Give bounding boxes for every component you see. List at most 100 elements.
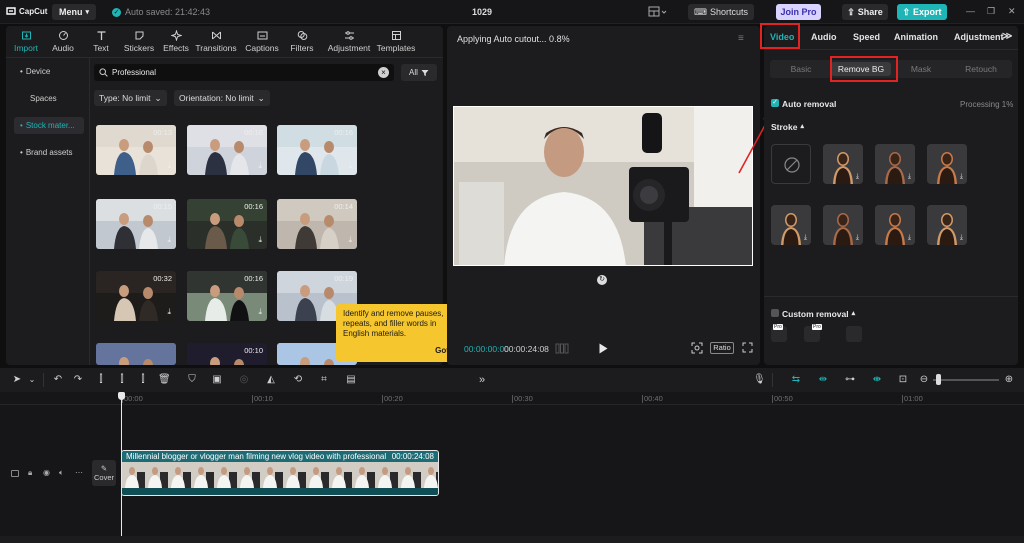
subtab-retouch[interactable]: Retouch bbox=[951, 62, 1011, 76]
eye-icon[interactable]: ◉ bbox=[43, 468, 50, 477]
media-thumbnail[interactable] bbox=[96, 343, 176, 365]
select-cursor-icon[interactable]: ➤ bbox=[11, 374, 23, 386]
share-button[interactable]: ⇪ Share bbox=[842, 4, 888, 20]
tab-transitions[interactable]: Transitions bbox=[195, 28, 237, 54]
menu-icon[interactable]: ≡ bbox=[738, 33, 744, 44]
maximize-icon[interactable]: ❐ bbox=[987, 6, 995, 17]
magnet-main-track-icon[interactable]: ⇆ bbox=[790, 374, 802, 386]
stroke-preset[interactable]: ⤓ bbox=[875, 205, 915, 245]
tab-effects[interactable]: Effects bbox=[156, 28, 196, 54]
tab-animation[interactable]: Animation bbox=[894, 32, 938, 42]
project-title[interactable]: 1029 bbox=[472, 7, 492, 17]
delete-icon[interactable]: 🗑 bbox=[158, 374, 171, 386]
subtab-basic[interactable]: Basic bbox=[771, 62, 831, 76]
tab-filters[interactable]: Filters bbox=[282, 28, 322, 54]
video-clip[interactable]: Millennial blogger or vlogger man filmin… bbox=[121, 450, 439, 496]
shield-icon[interactable]: ⛉ bbox=[186, 374, 198, 386]
fit-screen-icon[interactable]: ⊡ bbox=[897, 374, 909, 386]
download-icon[interactable]: ⤓ bbox=[856, 234, 859, 242]
track-toggle-icon[interactable] bbox=[11, 470, 19, 477]
media-thumbnail[interactable]: 00:15 ⤓ bbox=[96, 199, 176, 249]
media-thumbnail[interactable]: 00:16 ⤓ bbox=[187, 125, 267, 175]
media-thumbnail[interactable]: 00:32 ⤓ bbox=[96, 271, 176, 321]
sidebar-item-device[interactable]: • Device bbox=[14, 63, 84, 80]
tab-adjustment[interactable]: Adjustment bbox=[324, 28, 374, 54]
media-thumbnail[interactable]: 00:16 ⤓ bbox=[187, 271, 267, 321]
more-icon[interactable]: ⋯ bbox=[75, 468, 83, 477]
orientation-filter-dropdown[interactable]: Orientation: No limit ⌄ bbox=[174, 90, 270, 106]
subtab-mask[interactable]: Mask bbox=[891, 62, 951, 76]
tab-stickers[interactable]: Stickers bbox=[119, 28, 159, 54]
download-icon[interactable]: ⤓ bbox=[804, 234, 807, 242]
download-icon[interactable]: ⤓ bbox=[258, 161, 262, 171]
download-icon[interactable]: ⤓ bbox=[960, 173, 963, 181]
zoom-out-icon[interactable]: ⊖ bbox=[918, 374, 930, 386]
playhead-handle[interactable] bbox=[118, 392, 125, 400]
timeline-grid-icon[interactable] bbox=[555, 343, 569, 354]
reset-tool[interactable] bbox=[846, 326, 862, 342]
download-icon[interactable]: ⤓ bbox=[167, 161, 171, 171]
stroke-preset[interactable]: ⤓ bbox=[823, 144, 863, 184]
crop-icon[interactable]: ⌗ bbox=[318, 374, 330, 386]
speaker-icon[interactable]: 🔈︎ bbox=[59, 468, 64, 478]
auto-removal-checkbox[interactable]: ✓ bbox=[771, 99, 779, 107]
stroke-preset[interactable]: ⤓ bbox=[927, 144, 967, 184]
cover-button[interactable]: ✎ Cover bbox=[92, 460, 116, 486]
tab-text[interactable]: Text bbox=[81, 28, 121, 54]
stroke-preset[interactable]: ⤓ bbox=[927, 205, 967, 245]
sidebar-item-brand-assets[interactable]: • Brand assets bbox=[14, 144, 84, 161]
tab-audio[interactable]: Audio bbox=[43, 28, 83, 54]
fullscreen-icon[interactable] bbox=[742, 342, 753, 353]
download-icon[interactable]: ⤓ bbox=[258, 235, 262, 245]
minimize-icon[interactable]: — bbox=[966, 6, 975, 16]
preview-axis-icon[interactable]: ⇼ bbox=[871, 374, 883, 386]
download-icon[interactable]: ⤓ bbox=[908, 234, 911, 242]
clear-search-icon[interactable]: × bbox=[378, 67, 389, 78]
undo-icon[interactable]: ↶ bbox=[52, 374, 64, 386]
stroke-preset[interactable]: ⤓ bbox=[823, 205, 863, 245]
link-icon[interactable]: ⊶ bbox=[844, 374, 856, 386]
split-icon[interactable]: ⫿ bbox=[95, 374, 107, 386]
video-preview[interactable] bbox=[453, 106, 753, 266]
microphone-icon[interactable]: 🎙 bbox=[753, 374, 766, 386]
split-right-icon[interactable]: ⫿ bbox=[137, 374, 149, 386]
zoom-in-icon[interactable]: ⊕ bbox=[1003, 374, 1015, 386]
chevron-down-icon[interactable]: ⌄ bbox=[26, 374, 38, 386]
download-icon[interactable]: ⤓ bbox=[908, 173, 911, 181]
brush-tool[interactable]: Pro bbox=[771, 324, 787, 342]
split-left-icon[interactable]: ⫿ bbox=[116, 374, 128, 386]
rotate-icon[interactable]: ↻ bbox=[597, 275, 607, 285]
no-stroke-option[interactable] bbox=[771, 144, 811, 184]
download-icon[interactable]: ⤓ bbox=[167, 235, 171, 245]
download-icon[interactable]: ⤓ bbox=[960, 234, 963, 242]
more-tabs-icon[interactable]: ≫ bbox=[1002, 31, 1012, 42]
freeze-frame-icon[interactable]: ▣ bbox=[211, 374, 223, 386]
download-icon[interactable]: ⤓ bbox=[348, 235, 352, 245]
eraser-tool[interactable]: Pro bbox=[804, 324, 822, 342]
mirror-icon[interactable]: ◭ bbox=[265, 374, 277, 386]
tab-speed[interactable]: Speed bbox=[853, 32, 880, 42]
sidebar-item-spaces[interactable]: Spaces bbox=[14, 90, 84, 107]
playhead[interactable] bbox=[121, 396, 122, 543]
media-thumbnail[interactable]: 00:10 bbox=[187, 343, 267, 365]
crop-focus-icon[interactable] bbox=[691, 342, 703, 354]
media-thumbnail[interactable]: 00:16 ⤓ bbox=[277, 125, 357, 175]
all-filter-button[interactable]: All bbox=[401, 64, 437, 81]
download-icon[interactable]: ⤓ bbox=[167, 307, 171, 317]
sidebar-item-stock-mater[interactable]: • Stock mater... bbox=[14, 117, 84, 134]
timeline-scrollbar[interactable] bbox=[0, 536, 1024, 543]
join-pro-button[interactable]: Join Pro bbox=[776, 4, 821, 20]
media-thumbnail[interactable]: 00:14 ⤓ bbox=[277, 199, 357, 249]
auto-snap-icon[interactable]: ⇹ bbox=[817, 374, 829, 386]
search-input[interactable]: Professional bbox=[94, 64, 394, 81]
export-button[interactable]: ⇧ Export bbox=[897, 4, 947, 20]
zoom-slider-handle[interactable] bbox=[936, 374, 941, 385]
lock-icon[interactable]: 🔒︎ bbox=[28, 468, 32, 478]
type-filter-dropdown[interactable]: Type: No limit ⌄ bbox=[94, 90, 167, 106]
layout-icon[interactable] bbox=[648, 6, 668, 18]
expand-toolbar-icon[interactable]: » bbox=[476, 374, 488, 386]
rotate-icon[interactable]: ⟲ bbox=[292, 374, 304, 386]
stroke-preset[interactable]: ⤓ bbox=[771, 205, 811, 245]
pro-feature-icon[interactable]: ▤ bbox=[345, 374, 357, 386]
tab-import[interactable]: Import bbox=[6, 28, 46, 54]
